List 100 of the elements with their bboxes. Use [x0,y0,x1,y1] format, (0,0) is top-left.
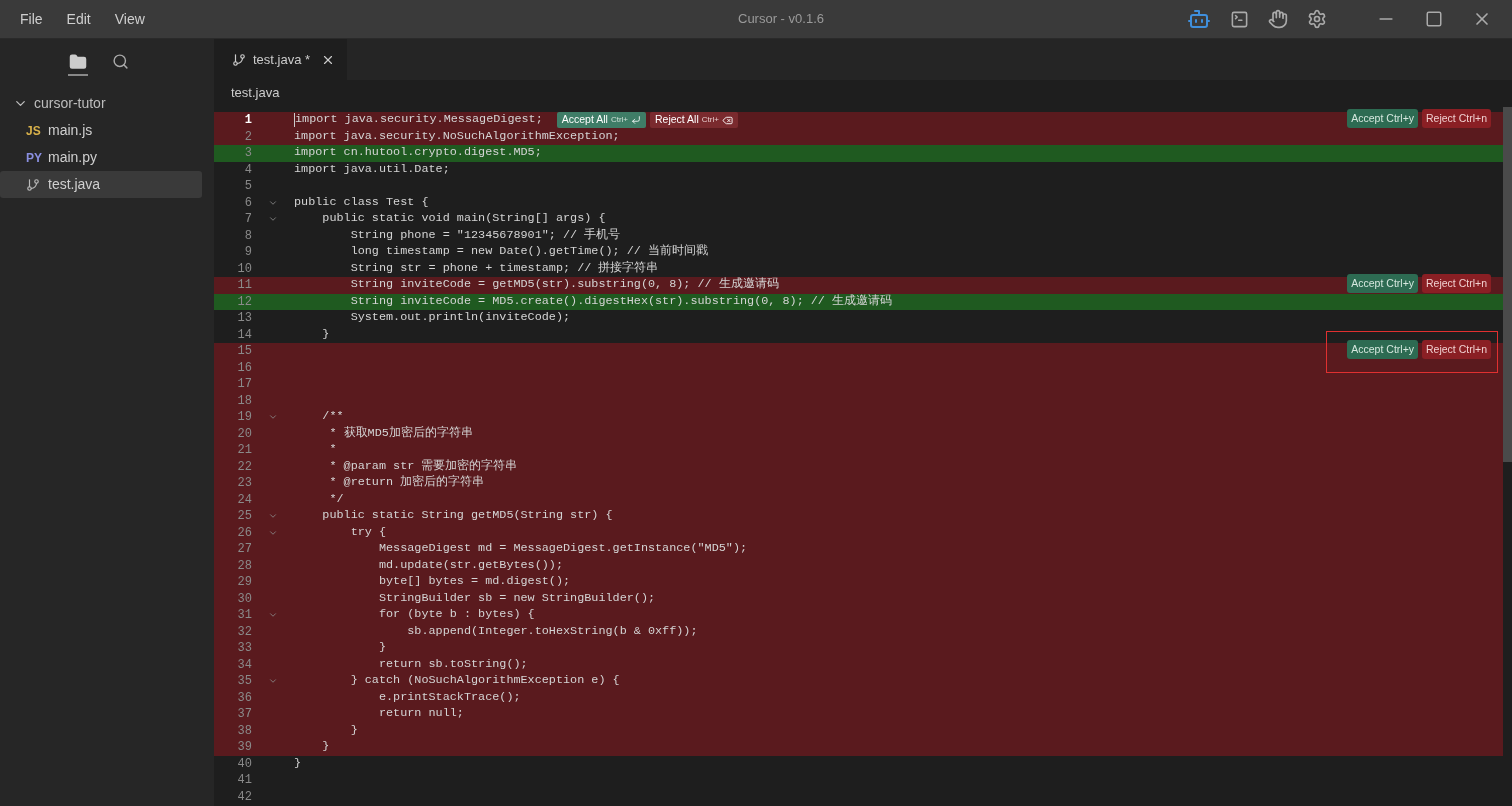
code-text: */ [328,490,344,508]
explorer-entry[interactable]: test.java [0,171,202,198]
line-number: 8 [243,227,252,245]
line-number: 20 [236,425,252,443]
folder-icon[interactable] [68,53,87,71]
line-number: 35 [236,673,252,691]
breadcrumb: test.java [231,83,280,102]
explorer-entry[interactable]: PY main.py [0,144,202,171]
reject-button[interactable]: Reject Ctrl+n [1422,109,1491,128]
code-text: import java.util.Date; [294,160,450,178]
file-type-label: JS [26,122,42,140]
line-number: 22 [236,458,252,476]
line-number: 33 [236,640,252,658]
reject-button[interactable]: Reject Ctrl+n [1422,274,1491,293]
line-number: 15 [236,343,252,361]
accept-button[interactable]: Accept Ctrl+y [1347,274,1418,293]
line-number: 3 [243,145,252,163]
reject-all-button[interactable]: Reject All Ctrl+ [650,112,738,129]
code-text: public static String getMD5(String str) { [321,507,613,525]
reject-button[interactable]: Reject Ctrl+n [1422,340,1491,359]
maximize-icon[interactable] [1425,10,1443,28]
line-number: 23 [236,475,252,493]
accept-all-button[interactable]: Accept All Ctrl+ [556,112,646,129]
code-text: byte[] bytes = md.digest(); [377,573,571,591]
code-text: md.update(str.getBytes()); [377,556,563,574]
code-text: * 获取MD5加密后的字符串 [328,424,473,442]
code-text: } [377,639,387,657]
line-number: 10 [236,260,252,278]
code-text: try { [349,523,387,541]
code-text: return null; [377,705,464,723]
line-number: 4 [243,161,252,179]
line-number: 38 [236,722,252,740]
code-text: import cn.hutool.crypto.digest.MD5; [294,144,542,162]
line-number: 36 [236,689,252,707]
line-number: 24 [236,491,252,509]
line-number: 9 [243,244,252,262]
menu-item[interactable]: File [20,8,43,30]
line-number: 17 [236,376,252,394]
menu-item[interactable]: Edit [66,8,91,30]
code-text: } catch (NoSuchAlgorithmException e) { [349,672,620,690]
accept-button[interactable]: Accept Ctrl+y [1347,340,1418,359]
code-text: } [321,325,330,343]
code-text: /** [321,408,344,426]
line-number: 16 [236,359,252,377]
branch-icon [232,52,246,67]
line-number: 21 [236,442,252,460]
code-text: sb.append(Integer.toHexString(b & 0xff)); [406,622,698,640]
terminal-icon[interactable] [1230,9,1249,29]
line-number: 27 [236,541,252,559]
code-text: String inviteCode = getMD5(str).substring(0, 8); // 生成邀请码 [349,276,779,294]
accept-button[interactable]: Accept Ctrl+y [1347,109,1418,128]
line-number: 39 [236,739,252,757]
explorer-entry[interactable]: JS main.js [0,117,202,144]
code-text: System.out.println(inviteCode); [349,309,571,327]
code-text: for (byte b : bytes) { [377,606,535,624]
line-number: 26 [236,524,252,542]
line-number: 37 [236,706,252,724]
line-number: 25 [236,508,252,526]
code-text: * @return 加密后的字符串 [328,474,485,492]
code-text: e.printStackTrace(); [377,688,521,706]
settings-icon[interactable] [1307,9,1327,29]
code-text: String inviteCode = MD5.create().digestHex(str).substring(0, 8); // 生成邀请码 [349,292,893,310]
search-icon[interactable] [111,53,129,70]
code-text: import java.security.MessageDigest; [295,111,543,129]
code-text: long timestamp = new Date().getTime(); // 当前时间戳 [349,243,708,261]
line-number: 41 [236,772,252,790]
code-text: String phone = "12345678901"; // 手机号 [349,226,621,244]
code-text: * @param str 需要加密的字符串 [328,457,518,475]
window-title: Cursor - v0.1.6 [738,10,824,29]
backspace-icon [721,114,733,126]
line-number: 12 [236,293,252,311]
line-number: 13 [236,310,252,328]
line-number: 1 [243,112,252,130]
code-text: public class Test { [294,193,429,211]
branch-icon [26,177,40,192]
line-number: 30 [236,590,252,608]
line-number: 2 [243,128,252,146]
code-text: MessageDigest md = MessageDigest.getInstance("MD5"); [377,540,748,558]
hand-icon[interactable] [1268,9,1288,29]
code-text: } [321,738,330,756]
code-text: public static void main(String[] args) { [321,210,606,228]
folder-item[interactable]: cursor-tutor [0,90,214,117]
line-number: 6 [243,194,252,212]
line-number: 34 [236,656,252,674]
enter-icon [631,115,641,126]
robot-icon[interactable] [1187,7,1211,31]
code-text: * [328,441,337,459]
line-number: 19 [236,409,252,427]
code-text: StringBuilder sb = new StringBuilder(); [377,589,656,607]
menu-item[interactable]: View [114,8,145,30]
line-number: 11 [236,277,252,295]
line-number: 31 [236,607,252,625]
line-number: 14 [236,326,252,344]
line-number: 18 [236,392,252,410]
editor-tab[interactable]: test.java * [214,39,347,80]
file-type-label: PY [26,149,43,167]
line-number: 40 [236,755,252,773]
code-text: return sb.toString(); [377,655,528,673]
text-cursor [294,113,295,128]
scrollbar-thumb[interactable] [1503,107,1512,462]
